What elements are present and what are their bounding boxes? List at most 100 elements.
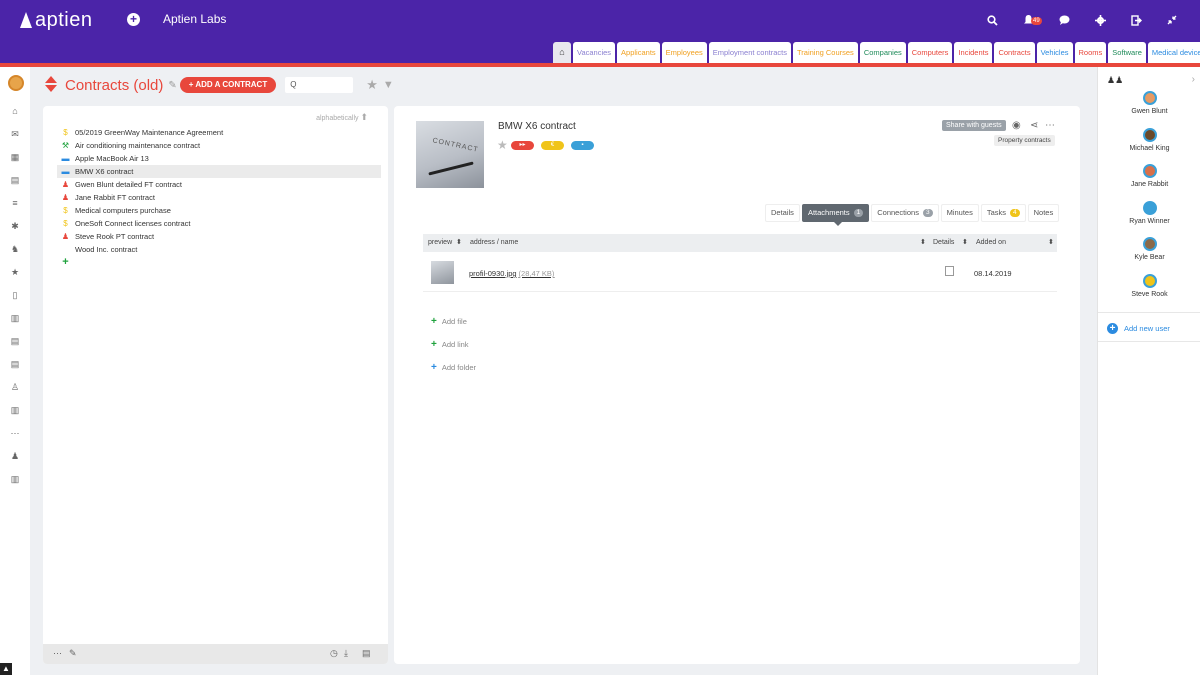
status-pill[interactable]: ▪ [571,141,594,150]
list-item[interactable]: ⚒ Air conditioning maintenance contract [57,139,381,152]
tab-vacancies[interactable]: Vacancies [573,42,616,63]
logout-icon[interactable] [1118,12,1154,28]
favorites-star-icon[interactable]: ★ [366,77,378,93]
tab-companies[interactable]: Companies [859,42,906,63]
tab-notes[interactable]: Notes [1027,204,1060,222]
search-input[interactable]: Q [285,77,354,93]
user-item[interactable]: Ryan Winner [1098,200,1200,225]
edit-list-icon[interactable]: ✎ [69,648,77,659]
list-item[interactable]: ▬ BMW X6 contract [57,165,381,178]
export-icon[interactable]: ▤ [362,648,371,659]
list-item[interactable]: ♟ Steve Rook PT contract [57,230,381,243]
sort-arrows-icon[interactable] [45,76,57,94]
tab-connections[interactable]: Connections 3 [871,204,939,222]
user-item[interactable]: Gwen Blunt [1098,91,1200,115]
settings-gear-icon[interactable] [1082,12,1118,28]
tab-home[interactable]: ⌂ [553,42,571,63]
home-icon[interactable]: ⌂ [10,106,20,116]
share-with-guests-button[interactable]: Share with guests [942,120,1006,131]
tab-contracts[interactable]: Contracts [994,42,1035,63]
star-icon[interactable]: ★ [10,267,20,277]
tab-tasks[interactable]: Tasks 4 [980,204,1026,222]
status-pill[interactable]: ▸▸ [511,141,534,150]
tab-vehicles[interactable]: Vehicles [1036,42,1073,63]
tab-computers[interactable]: Computers [907,42,953,63]
add-new-user-button[interactable]: + Add new user [1107,323,1170,334]
user-item[interactable]: Steve Rook [1098,273,1200,298]
tab-applicants[interactable]: Applicants [617,42,660,63]
list-icon[interactable]: ≡ [10,198,20,208]
sort-toggle[interactable]: alphabetically ⬆ [316,112,368,123]
sort-details-icon[interactable]: ⬍ [962,238,968,246]
tab-medical-devices[interactable]: Medical devices [1147,42,1200,63]
add-folder-button[interactable]: + Add folder [431,362,476,373]
tab-employees[interactable]: Employees [661,42,707,63]
filter-icon[interactable]: ▼ [383,79,394,91]
col-address[interactable]: address / name [470,239,518,246]
tab-attachments[interactable]: Attachments 1 [801,204,870,226]
list-item[interactable]: ♟ Jane Rabbit FT contract [57,191,381,204]
aptien-mark-icon[interactable]: ▲ [0,663,12,675]
dog-icon[interactable]: ♞ [10,244,20,254]
list-item[interactable]: Wood Inc. contract [57,243,381,256]
status-pill[interactable]: € [541,141,564,150]
edit-pencil-icon[interactable]: ✎ [168,80,176,91]
sort-added-icon[interactable]: ⬍ [1048,238,1054,246]
tab-incidents[interactable]: Incidents [954,42,993,63]
share-icon[interactable]: ⋖ [1030,120,1038,131]
clipboard-icon[interactable]: ▤ [10,175,20,185]
tab-training-courses[interactable]: Training Courses [792,42,858,63]
notifications-icon[interactable]: 49 [1010,12,1046,28]
add-link-button[interactable]: + Add link [431,339,469,350]
list-item[interactable]: ♟ Gwen Blunt detailed FT contract [57,178,381,191]
list-item[interactable]: ▬ Apple MacBook Air 13 [57,152,381,165]
import-icon[interactable]: ⤓ [344,648,348,659]
col-added-on[interactable]: Added on [976,239,1006,246]
user-item[interactable]: Michael King [1098,127,1200,152]
collapse-icon[interactable] [1154,12,1190,28]
calendar-icon[interactable]: ▦ [10,152,20,162]
team-icon[interactable]: ♟ [10,451,20,461]
history-icon[interactable]: ◷ [330,648,338,659]
person-icon[interactable]: ♙ [10,382,20,392]
mail-icon[interactable]: ✉ [10,129,20,139]
list-item[interactable]: $ OneSoft Connect licenses contract [57,217,381,230]
add-contract-button[interactable]: + ADD A CONTRACT [179,77,277,93]
tab-minutes[interactable]: Minutes [940,204,979,222]
user-item[interactable]: Jane Rabbit [1098,164,1200,188]
collapse-chevron-icon[interactable]: › [1192,74,1195,85]
book-icon[interactable]: ▥ [10,313,20,323]
more-icon[interactable]: ⋯ [10,428,20,438]
contract-thumbnail[interactable]: CONTRACT [416,121,484,188]
checklist-icon[interactable]: ▤ [10,359,20,369]
report-icon[interactable]: ▤ [10,336,20,346]
chat-icon[interactable] [1046,12,1082,28]
company-name[interactable]: Aptien Labs [163,12,226,26]
tab-employment-contracts[interactable]: Employment contracts [708,42,791,63]
col-details[interactable]: Details [933,239,954,246]
document-icon[interactable]: ▯ [10,290,20,300]
col-preview[interactable]: preview [428,239,452,246]
add-contract-row[interactable]: + [57,256,381,269]
app-logo[interactable]: aptien [18,9,93,32]
sort-preview-icon[interactable]: ⬍ [456,238,462,246]
favorite-star-icon[interactable]: ★ [497,138,508,152]
more-options-icon[interactable]: ⋯ [53,648,62,659]
list-item[interactable]: $05/2019 GreenWay Maintenance Agreement [57,126,381,139]
watch-eye-icon[interactable]: ◉ [1012,120,1021,131]
file-details-icon[interactable] [945,266,954,276]
library-icon[interactable]: ▥ [10,405,20,415]
user-item[interactable]: Kyle Bear [1098,237,1200,261]
list-item[interactable]: $ Medical computers purchase [57,204,381,217]
add-file-button[interactable]: + Add file [431,316,467,327]
books-icon[interactable]: ▥ [10,474,20,484]
file-preview-thumbnail[interactable] [431,261,454,284]
user-avatar[interactable] [8,75,24,91]
file-name[interactable]: profil-0930.jpg [469,269,517,278]
workflow-icon[interactable]: ✱ [10,221,20,231]
search-icon[interactable] [974,12,1010,28]
file-link[interactable]: profil-0930.jpg (28,47 KB) [469,269,554,278]
tab-details[interactable]: Details [765,204,800,222]
tab-rooms[interactable]: Rooms [1074,42,1107,63]
quick-add-icon[interactable]: + [127,13,140,26]
